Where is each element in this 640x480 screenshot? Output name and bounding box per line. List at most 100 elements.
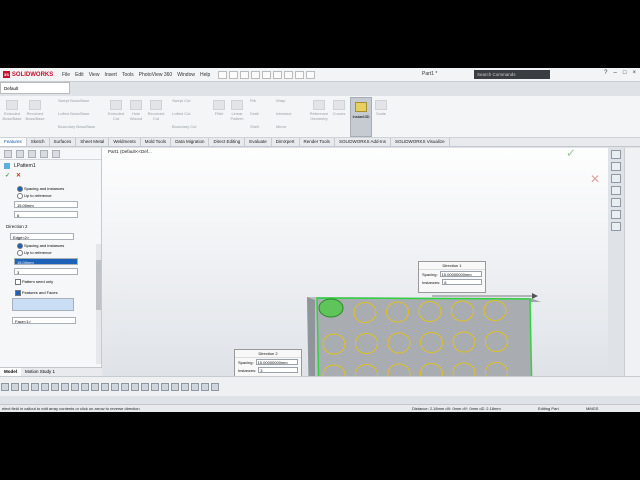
confirm-cancel-icon[interactable]: ✕ bbox=[590, 172, 600, 186]
zoom-area-icon[interactable] bbox=[11, 383, 19, 391]
extruded-boss-button[interactable]: Extruded Boss/Base bbox=[2, 100, 22, 121]
resources-icon[interactable] bbox=[611, 150, 621, 159]
mirror-tool-icon[interactable] bbox=[191, 383, 199, 391]
direction2-spacing-input[interactable]: 15.00000000mm bbox=[255, 359, 298, 365]
cancel-x-icon[interactable]: ✕ bbox=[16, 172, 21, 179]
hole-wizard-button[interactable]: Hole Wizard bbox=[126, 100, 146, 121]
sketch-tool-icon[interactable] bbox=[101, 383, 109, 391]
rectangle-tool-icon[interactable] bbox=[121, 383, 129, 391]
display-style-icon[interactable] bbox=[51, 383, 59, 391]
seed-hole[interactable] bbox=[318, 298, 344, 318]
rib-button[interactable]: Rib bbox=[250, 98, 272, 103]
file-explorer-icon[interactable] bbox=[611, 174, 621, 183]
tab-visualize[interactable]: SOLIDWORKS Visualize bbox=[391, 138, 450, 146]
revolved-boss-button[interactable]: Revolved Boss/Base bbox=[24, 100, 46, 121]
direction1-spacing-input[interactable]: 15.00000000mm bbox=[439, 271, 482, 277]
circle-tool-icon[interactable] bbox=[131, 383, 139, 391]
tab-data-migration[interactable]: Data Migration bbox=[171, 138, 210, 146]
tab-render-tools[interactable]: Render Tools bbox=[300, 138, 335, 146]
display-manager-icon[interactable] bbox=[52, 150, 60, 158]
minimize-icon[interactable]: – bbox=[614, 70, 617, 76]
new-icon[interactable] bbox=[229, 70, 239, 79]
rebuild-icon[interactable] bbox=[295, 70, 305, 79]
scrollbar-thumb[interactable] bbox=[96, 260, 101, 310]
graphics-area[interactable]: Part1 (Default<<Def... bbox=[102, 148, 608, 376]
dimxpert-icon[interactable] bbox=[40, 150, 48, 158]
property-manager-icon[interactable] bbox=[16, 150, 24, 158]
menu-edit[interactable]: Edit bbox=[75, 72, 84, 78]
view-orientation-icon[interactable] bbox=[41, 383, 49, 391]
reference-geometry-button[interactable]: Reference Geometry bbox=[308, 100, 330, 121]
dimension-tool-icon[interactable] bbox=[171, 383, 179, 391]
dir1-spacing-radio[interactable]: Spacing and instances bbox=[0, 185, 101, 192]
open-icon[interactable] bbox=[240, 70, 250, 79]
extruded-cut-button[interactable]: Extruded Cut bbox=[106, 100, 126, 121]
boundary-boss-button[interactable]: Boundary Boss/Base bbox=[58, 124, 102, 129]
direction1-instances-input[interactable]: 6 bbox=[442, 279, 482, 285]
menu-tools[interactable]: Tools bbox=[122, 72, 134, 78]
revolved-cut-button[interactable]: Revolved Cut bbox=[146, 100, 166, 121]
appearances-icon[interactable] bbox=[611, 198, 621, 207]
forum-icon[interactable] bbox=[611, 222, 621, 231]
relation-tool-icon[interactable] bbox=[181, 383, 189, 391]
dir2-spacing-radio[interactable]: Spacing and instances bbox=[0, 242, 101, 249]
swept-boss-button[interactable]: Swept Boss/Base bbox=[58, 98, 98, 103]
features-faces-checkbox[interactable]: Features and Faces bbox=[0, 289, 101, 296]
edit-appearance-icon[interactable] bbox=[71, 383, 79, 391]
configuration-dropdown[interactable]: Default bbox=[0, 82, 70, 94]
direction2-instances-input[interactable]: 3 bbox=[258, 367, 298, 373]
tab-weldments[interactable]: Weldments bbox=[109, 138, 141, 146]
feature-tree-icon[interactable] bbox=[4, 150, 12, 158]
pattern-seed-only-checkbox[interactable]: Pattern seed only bbox=[0, 278, 101, 285]
mirror-button[interactable]: Mirror bbox=[276, 124, 306, 129]
solidworks-logo[interactable]: 3S SOLIDWORKS bbox=[0, 68, 62, 82]
graphics-scrollbar[interactable] bbox=[624, 148, 640, 376]
part-model[interactable] bbox=[102, 148, 608, 376]
tab-surfaces[interactable]: Surfaces bbox=[50, 138, 77, 146]
scale-button[interactable]: Scale bbox=[374, 100, 388, 116]
design-library-icon[interactable] bbox=[611, 162, 621, 171]
fillet-button[interactable]: Fillet bbox=[212, 100, 226, 116]
tab-motion-study[interactable]: Motion Study 1 bbox=[21, 368, 59, 376]
save-icon[interactable] bbox=[251, 70, 261, 79]
trim-tool-icon[interactable] bbox=[161, 383, 169, 391]
panel-scrollbar[interactable] bbox=[96, 244, 101, 364]
menu-insert[interactable]: Insert bbox=[104, 72, 117, 78]
spline-tool-icon[interactable] bbox=[151, 383, 159, 391]
boundary-cut-button[interactable]: Boundary Cut bbox=[172, 124, 210, 129]
wrap-button[interactable]: Wrap bbox=[276, 98, 306, 103]
instant3d-button[interactable]: Instant3D bbox=[350, 97, 372, 137]
menu-photoview[interactable]: PhotoView 360 bbox=[139, 72, 173, 78]
lofted-cut-button[interactable]: Lofted Cut bbox=[172, 111, 206, 116]
help-icon[interactable]: ? bbox=[604, 70, 607, 76]
intersect-button[interactable]: Intersect bbox=[276, 111, 306, 116]
ok-check-icon[interactable]: ✓ bbox=[5, 172, 10, 179]
line-tool-icon[interactable] bbox=[111, 383, 119, 391]
menu-file[interactable]: File bbox=[62, 72, 70, 78]
offset-tool-icon[interactable] bbox=[201, 383, 209, 391]
menu-view[interactable]: View bbox=[89, 72, 100, 78]
custom-properties-icon[interactable] bbox=[611, 210, 621, 219]
view-settings-icon[interactable] bbox=[91, 383, 99, 391]
menu-help[interactable]: Help bbox=[200, 72, 210, 78]
section-view-icon[interactable] bbox=[31, 383, 39, 391]
faces-selection-field[interactable]: Face<1> bbox=[12, 317, 76, 324]
dir1-reference-radio[interactable]: Up to reference bbox=[0, 192, 101, 199]
tab-direct-editing[interactable]: Direct Editing bbox=[209, 138, 246, 146]
shell-button[interactable]: Shell bbox=[250, 124, 272, 129]
tab-sketch[interactable]: Sketch bbox=[27, 138, 50, 146]
direction1-arrowhead-icon[interactable] bbox=[532, 293, 538, 299]
previous-view-icon[interactable] bbox=[21, 383, 29, 391]
menu-window[interactable]: Window bbox=[177, 72, 195, 78]
dir1-spacing-field[interactable]: 15.00mm bbox=[14, 201, 78, 208]
dir2-spacing-field[interactable]: 15.00mm bbox=[14, 258, 78, 265]
confirm-ok-icon[interactable]: ✓ bbox=[566, 146, 576, 160]
options-icon[interactable] bbox=[306, 70, 316, 79]
dir2-edge-field[interactable]: Edge<2> bbox=[10, 233, 74, 240]
hide-show-icon[interactable] bbox=[61, 383, 69, 391]
tab-features[interactable]: Features bbox=[0, 138, 27, 146]
tab-evaluate[interactable]: Evaluate bbox=[245, 138, 272, 146]
search-commands-input[interactable]: Search Commands bbox=[474, 70, 550, 79]
tab-dimxpert[interactable]: DimXpert bbox=[272, 138, 300, 146]
direction2-header[interactable]: Direction 2 bbox=[0, 222, 101, 231]
